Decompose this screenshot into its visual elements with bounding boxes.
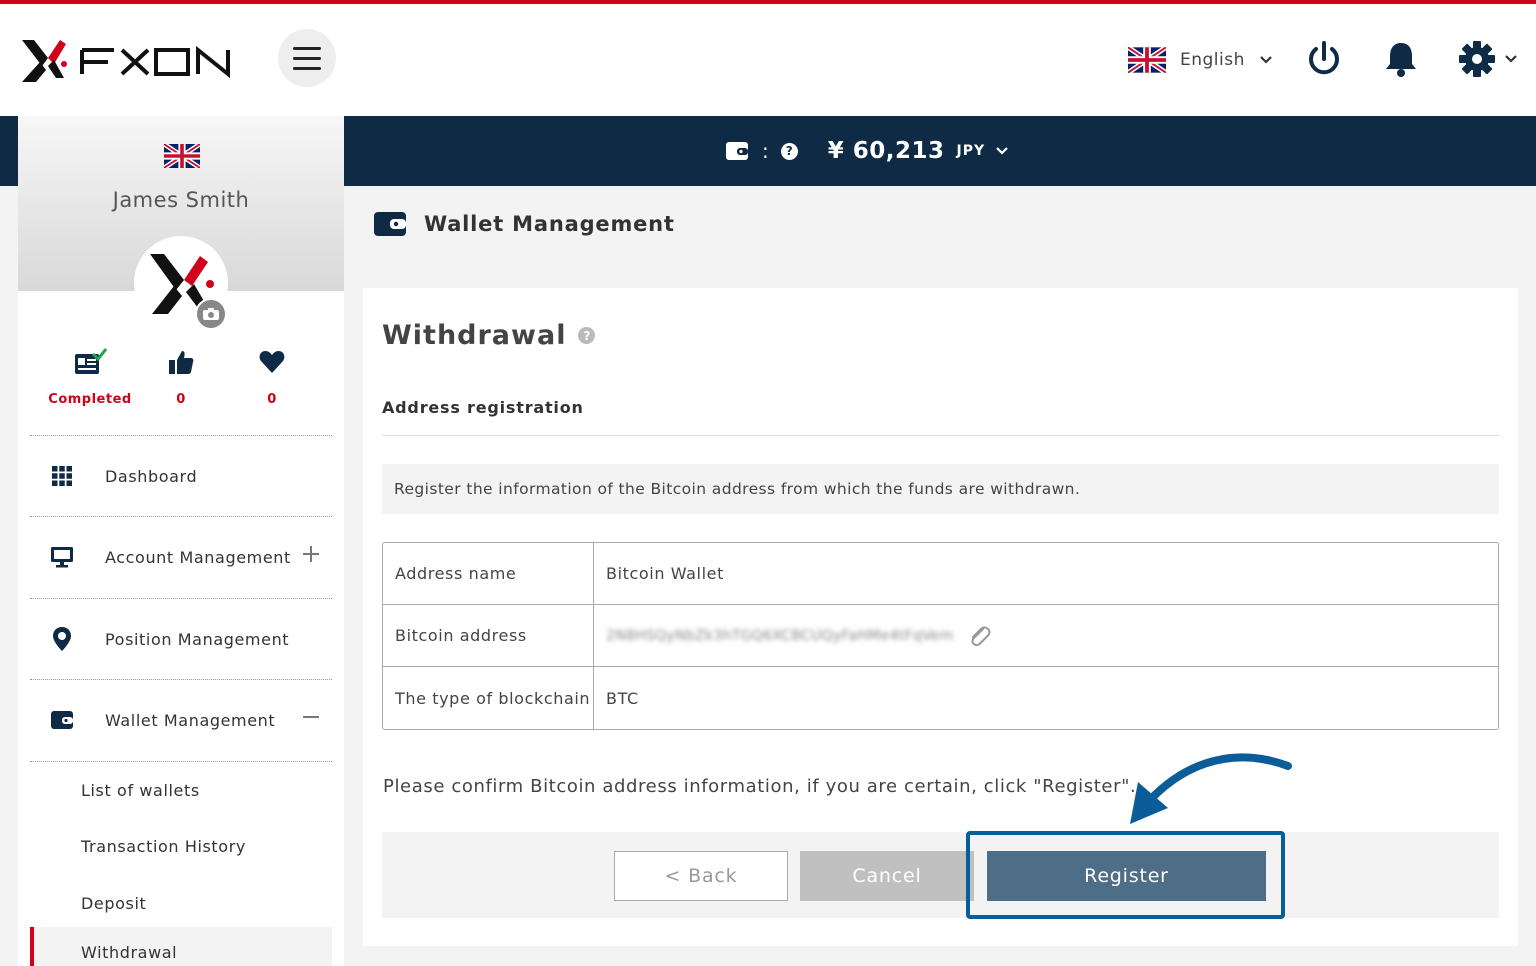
balance-help-icon[interactable]: ? [780, 142, 798, 160]
balance-currency: JPY [956, 143, 986, 159]
sidebar-subitem-deposit[interactable]: Deposit [30, 878, 332, 928]
table-value: BTC [606, 688, 639, 708]
section-divider [382, 435, 1499, 436]
table-value: 2N8HSQyNbZk3hTGQ6XCBCUQyFaHMe4tFqVem [594, 605, 1498, 666]
balance-colon: : [762, 139, 769, 163]
camera-icon[interactable] [195, 298, 227, 330]
minus-icon[interactable] [302, 708, 320, 726]
monitor-icon [51, 547, 73, 568]
sidebar-item-label: Dashboard [105, 466, 198, 486]
section-title: Address registration [382, 398, 584, 417]
bitcoin-address-value: 2N8HSQyNbZk3hTGQ6XCBCUQyFaHMe4tFqVem [606, 627, 954, 644]
language-label: English [1180, 50, 1245, 70]
id-card-check-icon [75, 348, 108, 374]
wallet-icon [51, 711, 73, 729]
sidebar-subitem-transaction-history[interactable]: Transaction History [30, 821, 332, 871]
back-button[interactable]: < Back [614, 851, 788, 901]
heart-icon [259, 351, 285, 373]
map-pin-icon [53, 627, 71, 651]
card-heading: Withdrawal [382, 320, 567, 351]
hamburger-line [293, 56, 321, 60]
sidebar-item-label: Account Management [105, 547, 291, 567]
table-label: Bitcoin address [383, 605, 594, 666]
language-selector[interactable]: English [1128, 42, 1273, 78]
register-button[interactable]: Register [987, 851, 1266, 901]
divider [30, 761, 332, 762]
hamburger-line [293, 46, 321, 50]
fxon-logo[interactable] [18, 36, 238, 86]
page-title: Wallet Management [424, 212, 675, 236]
header: English [0, 4, 1536, 116]
bell-icon[interactable] [1383, 40, 1419, 82]
sidebar-subitem-label: List of wallets [81, 780, 200, 800]
wallet-icon [726, 142, 748, 160]
withdrawal-card: Withdrawal ? Address registration Regist… [363, 288, 1518, 946]
sidebar-item-label: Wallet Management [105, 710, 276, 730]
stat-favorites[interactable]: 0 [217, 348, 327, 407]
sidebar-item-wallet-management[interactable]: Wallet Management [30, 680, 332, 760]
sidebar-item-account-management[interactable]: Account Management [30, 517, 332, 597]
thumbs-up-icon [169, 351, 194, 374]
uk-flag-icon [1128, 47, 1166, 73]
table-row: The type of blockchain BTC [383, 667, 1498, 729]
stat-favorites-value: 0 [267, 392, 277, 407]
sidebar-subitem-label: Transaction History [81, 836, 246, 856]
power-icon[interactable] [1305, 40, 1343, 82]
table-row: Bitcoin address 2N8HSQyNbZk3hTGQ6XCBCUQy… [383, 605, 1498, 667]
info-box: Register the information of the Bitcoin … [382, 464, 1499, 514]
table-label: Address name [383, 543, 594, 604]
table-row: Address name Bitcoin Wallet [383, 543, 1498, 605]
balance-bar: : ? ¥ 60,213 JPY [344, 116, 1536, 186]
paperclip-icon[interactable] [968, 625, 992, 647]
button-area: < Back Cancel Register [382, 832, 1499, 918]
chevron-down-icon [1505, 55, 1517, 63]
card-title: Withdrawal ? [382, 320, 596, 351]
hamburger-line [293, 66, 321, 70]
sidebar-item-position-management[interactable]: Position Management [30, 599, 332, 679]
plus-icon[interactable] [302, 545, 320, 563]
table-label: The type of blockchain [383, 667, 594, 729]
wallet-icon [374, 212, 406, 236]
chevron-down-icon [1260, 56, 1272, 64]
hamburger-icon[interactable] [278, 29, 336, 87]
annotation-arrow-icon [1130, 753, 1292, 824]
user-name: James Smith [112, 188, 250, 212]
page-header: Wallet Management [374, 212, 675, 236]
table-value: Bitcoin Wallet [606, 564, 724, 583]
sidebar-item-label: Position Management [105, 629, 290, 649]
sidebar: James Smith Completed 0 0 Dashboard Acco… [18, 116, 344, 966]
sidebar-subitem-withdrawal[interactable]: Withdrawal [30, 927, 332, 966]
sidebar-subitem-list-of-wallets[interactable]: List of wallets [30, 765, 332, 815]
sidebar-subitem-label: Withdrawal [81, 942, 178, 962]
settings-menu[interactable] [1458, 40, 1518, 78]
grid-icon [52, 466, 72, 486]
gear-icon [1459, 41, 1495, 77]
sidebar-subitem-label: Deposit [81, 893, 147, 913]
help-icon[interactable]: ? [578, 327, 596, 344]
chevron-down-icon[interactable] [995, 146, 1009, 156]
sidebar-item-dashboard[interactable]: Dashboard [30, 436, 332, 516]
confirm-text: Please confirm Bitcoin address informati… [383, 776, 1137, 797]
cancel-button[interactable]: Cancel [800, 851, 974, 901]
address-table: Address name Bitcoin Wallet Bitcoin addr… [382, 542, 1499, 730]
balance-amount: ¥ 60,213 [827, 138, 945, 164]
uk-flag-icon [162, 142, 202, 172]
